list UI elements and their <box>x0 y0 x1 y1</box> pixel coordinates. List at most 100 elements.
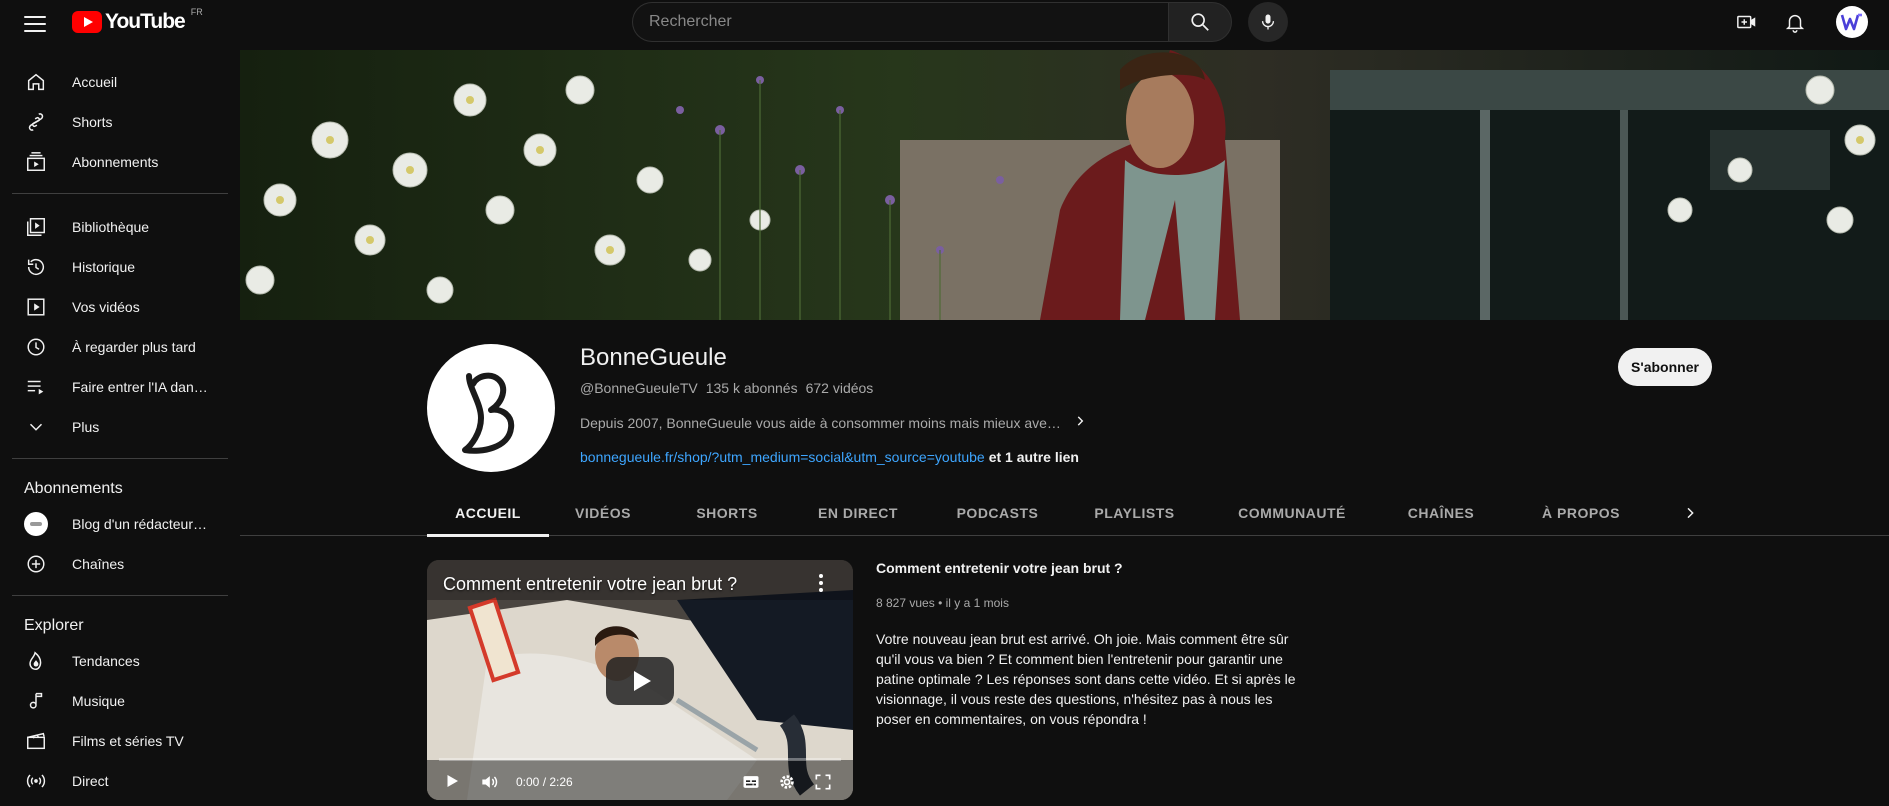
banner-image <box>240 50 1889 320</box>
sidebar-item-label: Chaînes <box>72 556 125 572</box>
sidebar-item-label: Abonnements <box>72 154 159 170</box>
separator-dot: • <box>938 596 946 610</box>
country-code: FR <box>190 7 203 17</box>
sidebar-item-label: Shorts <box>72 114 113 130</box>
channel-banner <box>240 50 1889 320</box>
sidebar-item-library[interactable]: Bibliothèque <box>12 207 216 247</box>
video-description: Votre nouveau jean brut est arrivé. Oh j… <box>876 631 1296 727</box>
channel-meta: @BonneGueuleTV 135 k abonnés 672 vidéos <box>580 380 873 396</box>
sidebar-item-home[interactable]: Accueil <box>12 62 216 102</box>
video-count: 672 vidéos <box>805 380 874 396</box>
watch-later-icon <box>24 335 48 359</box>
sidebar-item-shorts[interactable]: Shorts <box>12 102 216 142</box>
fullscreen-icon[interactable] <box>813 772 833 792</box>
player-controls: 0:00 / 2:26 <box>427 764 853 800</box>
view-count: 8 827 vues <box>876 596 935 610</box>
channel-description-text: Depuis 2007, BonneGueule vous aide à con… <box>580 414 1061 431</box>
divider <box>12 458 228 459</box>
sidebar-item-playlist[interactable]: Faire entrer l'IA dan… <box>12 367 216 407</box>
sidebar-item-label: Historique <box>72 259 136 275</box>
shorts-icon <box>24 110 48 134</box>
settings-gear-icon[interactable] <box>777 772 797 792</box>
sidebar-item-more[interactable]: Plus <box>12 407 216 447</box>
channel-description[interactable]: Depuis 2007, BonneGueule vous aide à con… <box>580 412 1087 433</box>
account-logo-icon <box>1840 13 1862 31</box>
featured-video-player[interactable]: Comment entretenir votre jean brut ? 0:0… <box>427 560 853 800</box>
sidebar-item-label: Blog d'un rédacteur… <box>72 516 207 532</box>
live-icon <box>24 769 48 793</box>
trending-icon <box>24 649 48 673</box>
chevron-right-icon <box>1687 507 1694 519</box>
video-stats: 8 827 vues • il y a 1 mois <box>876 596 1296 610</box>
progress-bar[interactable] <box>439 758 841 761</box>
sidebar-item-trending[interactable]: Tendances <box>12 641 216 681</box>
chevron-right-icon <box>1073 412 1087 433</box>
sidebar-item-label: Accueil <box>72 74 118 90</box>
tab-about[interactable]: À PROPOS <box>1526 490 1636 536</box>
tab-home[interactable]: ACCUEIL <box>427 490 549 537</box>
play-icon[interactable] <box>443 772 461 790</box>
more-links[interactable]: et 1 autre lien <box>989 449 1079 465</box>
sidebar-item-label: Faire entrer l'IA dan… <box>72 379 208 395</box>
tab-videos[interactable]: VIDÉOS <box>563 490 643 536</box>
channel-handle: @BonneGueuleTV <box>580 380 698 396</box>
bell-icon <box>1785 14 1805 33</box>
sidebar-item-live[interactable]: Direct <box>12 761 216 801</box>
sidebar-item-subscription-channel[interactable]: Blog d'un rédacteur… <box>12 504 216 544</box>
video-title[interactable]: Comment entretenir votre jean brut ? <box>876 560 1296 576</box>
sidebar-item-label: Direct <box>72 773 109 789</box>
sidebar-item-channels[interactable]: Chaînes <box>12 544 216 584</box>
search-button[interactable] <box>1168 2 1232 42</box>
tab-podcasts[interactable]: PODCASTS <box>950 490 1045 536</box>
channel-link[interactable]: bonnegueule.fr/shop/?utm_medium=social&u… <box>580 449 985 465</box>
volume-icon[interactable] <box>479 772 499 792</box>
voice-search-button[interactable] <box>1248 2 1288 42</box>
divider <box>12 595 228 596</box>
sidebar-item-label: Musique <box>72 693 125 709</box>
sidebar-item-watch-later[interactable]: À regarder plus tard <box>12 327 216 367</box>
tab-playlists[interactable]: PLAYLISTS <box>1087 490 1182 536</box>
channel-avatar-icon <box>24 512 48 536</box>
subscribe-button[interactable]: S'abonner <box>1618 348 1712 386</box>
sidebar-item-films[interactable]: Films et séries TV <box>12 721 216 761</box>
youtube-play-icon <box>72 11 102 33</box>
sidebar-item-history[interactable]: Historique <box>12 247 216 287</box>
tab-channels[interactable]: CHAÎNES <box>1396 490 1486 536</box>
more-options-icon[interactable] <box>819 574 823 592</box>
sidebar-item-subscriptions[interactable]: Abonnements <box>12 142 216 182</box>
subtitles-icon[interactable] <box>741 772 761 792</box>
tab-community[interactable]: COMMUNAUTÉ <box>1227 490 1357 536</box>
film-icon <box>24 729 48 753</box>
history-icon <box>24 255 48 279</box>
channel-avatar[interactable] <box>427 344 555 472</box>
channel-logo-icon <box>462 372 515 454</box>
tabs-scroll-right-button[interactable] <box>1678 501 1702 525</box>
subscriptions-icon <box>24 150 48 174</box>
account-avatar[interactable] <box>1836 6 1868 38</box>
music-icon <box>24 689 48 713</box>
youtube-logo[interactable]: YouTube FR <box>72 7 203 34</box>
sidebar-item-your-videos[interactable]: Vos vidéos <box>12 287 216 327</box>
logo-text: YouTube <box>105 10 186 33</box>
sidebar: Accueil Shorts Abonnements Bibliothèque … <box>0 48 240 806</box>
tab-shorts[interactable]: SHORTS <box>687 490 767 536</box>
featured-video-info: Comment entretenir votre jean brut ? 8 8… <box>876 560 1296 729</box>
chevron-down-icon <box>24 415 48 439</box>
microphone-icon <box>1261 14 1275 30</box>
search-input[interactable] <box>632 2 1168 42</box>
sidebar-item-music[interactable]: Musique <box>12 681 216 721</box>
top-bar: YouTube FR <box>0 0 1889 48</box>
play-button-large[interactable] <box>606 657 674 705</box>
search-bar <box>632 2 1232 42</box>
upload-age: il y a 1 mois <box>945 596 1009 610</box>
subscriptions-heading: Abonnements <box>24 480 123 497</box>
add-circle-icon <box>24 552 48 576</box>
create-video-icon <box>1737 15 1756 29</box>
notifications-button[interactable] <box>1783 10 1807 34</box>
subscriber-count: 135 k abonnés <box>705 380 798 396</box>
menu-icon[interactable] <box>24 13 46 35</box>
sidebar-item-label: Bibliothèque <box>72 219 150 235</box>
tab-live[interactable]: EN DIRECT <box>808 490 908 536</box>
create-button[interactable] <box>1735 10 1759 34</box>
home-icon <box>24 70 48 94</box>
